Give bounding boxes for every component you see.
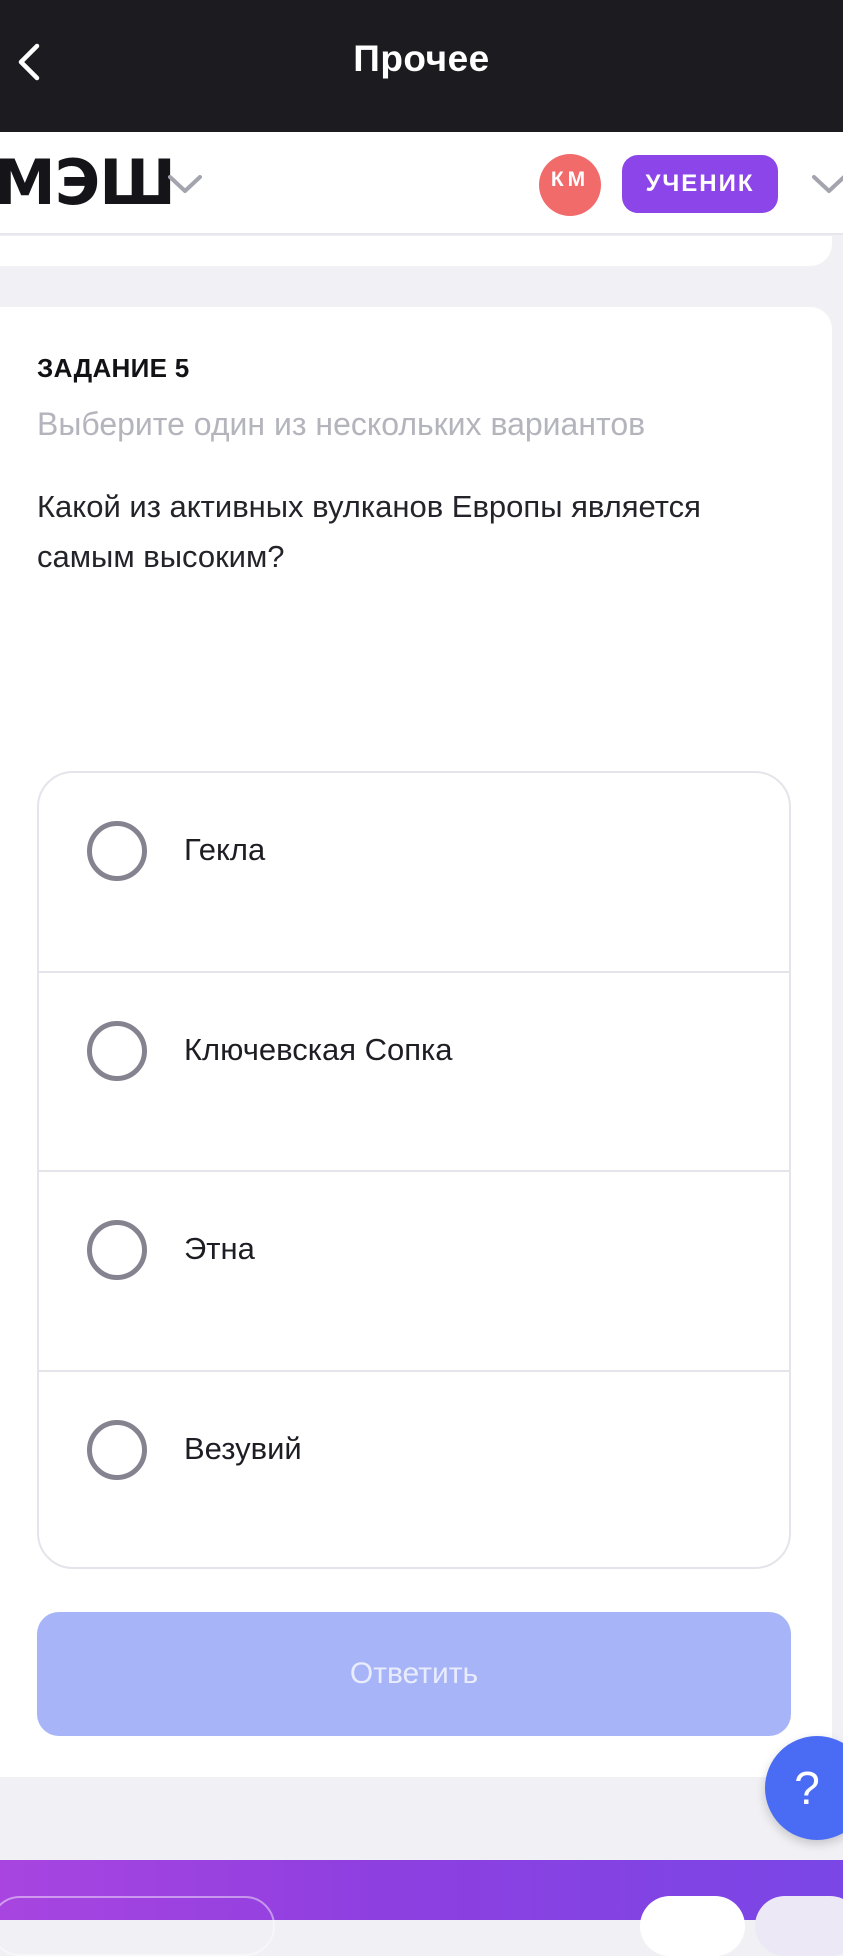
option-label: Ключевская Сопка (184, 1031, 453, 1067)
avatar[interactable]: КМ (539, 154, 601, 216)
radio-button[interactable] (87, 1419, 147, 1480)
app-header: МЭШ КМ УЧЕНИК (0, 132, 843, 235)
option-label: Везувий (184, 1430, 302, 1466)
answer-option[interactable]: Гекла (39, 773, 789, 973)
answer-option[interactable]: Везувий (39, 1372, 789, 1568)
answer-button[interactable]: Ответить (37, 1612, 791, 1736)
chevron-down-icon[interactable] (810, 172, 843, 196)
task-hint: Выберите один из нескольких вариантов (37, 406, 646, 442)
previous-card-edge (0, 236, 832, 266)
answer-options: Гекла Ключевская Сопка Этна Везувий (37, 771, 791, 1569)
radio-button[interactable] (87, 821, 147, 881)
radio-button[interactable] (87, 1220, 147, 1280)
logo[interactable]: МЭШ (0, 152, 176, 214)
answer-option[interactable]: Этна (39, 1172, 789, 1372)
option-label: Гекла (184, 832, 266, 867)
bottom-pill-button[interactable] (755, 1896, 843, 1956)
question-text: Какой из активных вулканов Европы являет… (37, 489, 701, 574)
radio-button[interactable] (87, 1020, 147, 1081)
bottom-outline-button[interactable] (0, 1896, 275, 1956)
answer-option[interactable]: Ключевская Сопка (39, 973, 789, 1172)
page-title: Прочее (353, 38, 490, 79)
top-navigation-bar: Прочее (0, 0, 843, 132)
role-badge-button[interactable]: УЧЕНИК (622, 155, 778, 213)
option-label: Этна (184, 1231, 255, 1266)
task-number: ЗАДАНИЕ 5 (37, 353, 190, 383)
bottom-pill-button[interactable] (640, 1896, 745, 1956)
chevron-down-icon[interactable] (166, 172, 204, 196)
task-card: ЗАДАНИЕ 5 Выберите один из нескольких ва… (0, 307, 832, 1777)
